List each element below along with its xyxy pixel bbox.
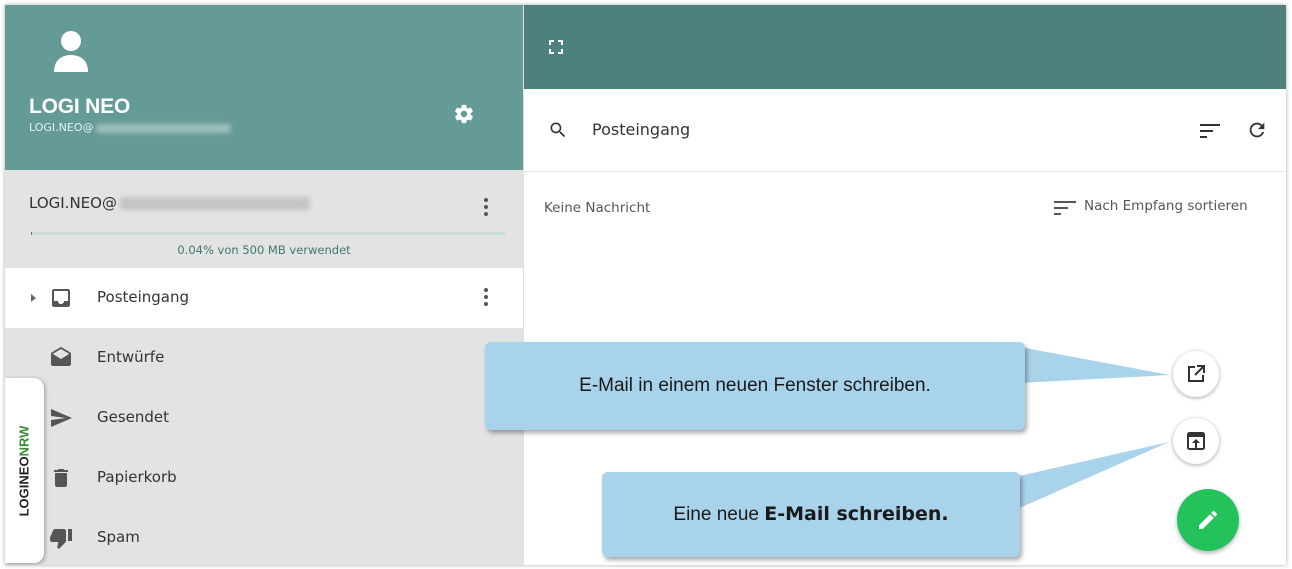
mail-app: LOGI NEO LOGI.NEO@ LOGI.NEO@ 0.04% von 5… xyxy=(5,5,1286,565)
callout-new-window: E-Mail in einem neuen Fenster schreiben. xyxy=(485,342,1025,430)
callout-new-window-text: E-Mail in einem neuen Fenster schreiben. xyxy=(579,375,931,396)
callout-compose: Eine neue E-Mail schreiben. xyxy=(602,472,1020,557)
callout-compose-text: Eine neue E-Mail schreiben. xyxy=(673,503,948,526)
callout-compose-prefix: Eine neue xyxy=(673,504,765,525)
callout-compose-bold: E-Mail schreiben. xyxy=(764,503,949,525)
